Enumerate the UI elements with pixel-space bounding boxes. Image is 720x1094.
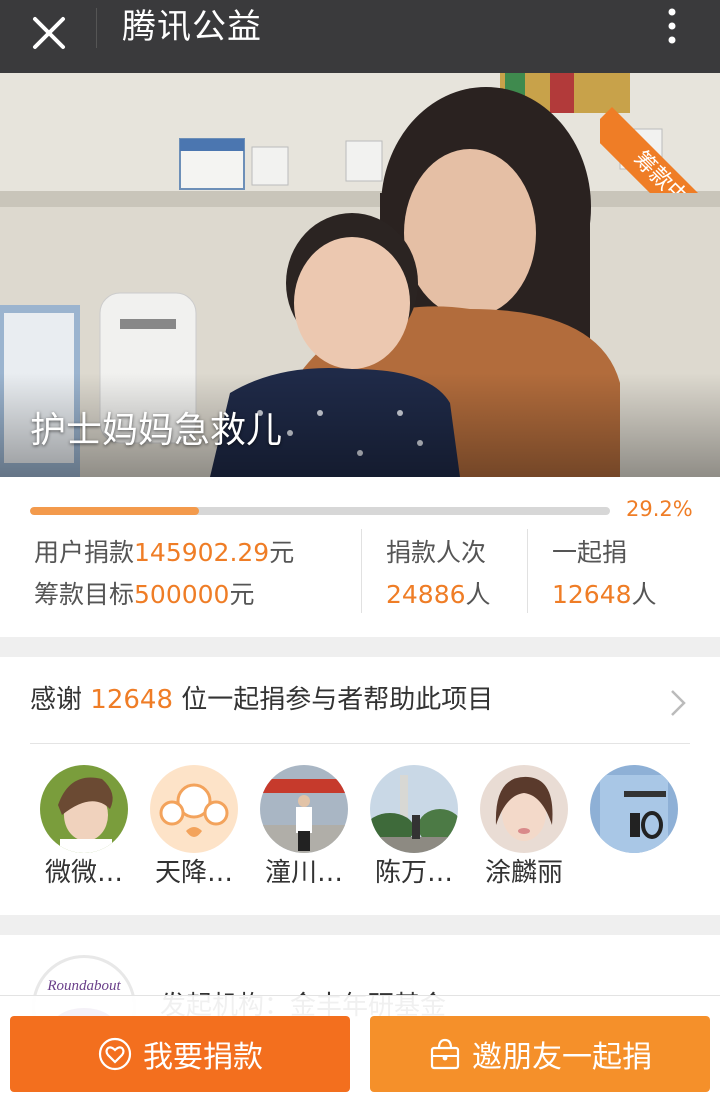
page-title: 腾讯公益 [122,7,262,47]
progress-bar-fill [30,507,200,515]
chevron-right-icon [671,690,686,716]
donor-item[interactable]: 潼川… [254,765,354,891]
heart-icon [98,1037,132,1071]
goal-unit: 元 [229,580,255,609]
organization-logo-text: Roundabout [46,978,121,994]
project-title: 护士妈妈急救儿 [30,410,283,451]
participants-section: 感谢 12648 位一起捐参与者帮助此项目 微微… 天降… 潼川… 陈万… 涂麟… [0,657,720,915]
donor-item[interactable]: 涂麟丽 [474,765,574,891]
raised-unit: 元 [269,538,295,567]
status-ribbon: 筹款中 [600,73,720,193]
donor-item[interactable] [584,765,684,855]
donate-button[interactable]: 我要捐款 [10,1016,350,1092]
donor-item[interactable]: 微微… [34,765,134,891]
invite-friends-button[interactable]: 邀朋友一起捐 [370,1016,710,1092]
bottom-action-bar: 我要捐款 邀朋友一起捐 [0,995,720,1094]
donor-avatar [370,765,458,853]
goal-value: 500000 [134,580,230,609]
together-count: 12648人 [552,575,657,611]
donor-name: 潼川… [264,858,343,888]
more-menu-button[interactable] [654,4,690,48]
thanks-suffix: 位一起捐参与者帮助此项目 [181,685,494,715]
stats-divider [361,529,362,613]
participants-link[interactable]: 感谢 12648 位一起捐参与者帮助此项目 [30,679,493,716]
donor-name: 陈万… [374,858,453,888]
more-vertical-icon [668,8,676,44]
stats-divider [527,529,528,613]
goal-amount: 筹款目标500000元 [34,575,254,611]
bag-icon [430,1038,460,1070]
close-icon [33,17,65,49]
raised-amount: 用户捐款145902.29元 [34,533,294,569]
thanks-count: 12648 [90,685,173,715]
fundraising-stats: 29.2% 用户捐款145902.29元 筹款目标500000元 捐款人次 24… [0,477,720,637]
goal-label: 筹款目标 [34,580,135,609]
donations-unit: 人 [465,580,491,609]
donations-label: 捐款人次 [386,538,487,567]
donations-count: 24886人 [386,575,491,611]
progress-percent: 29.2% [626,497,693,521]
donor-avatar [480,765,568,853]
donor-avatar [590,765,678,853]
thanks-prefix: 感谢 [30,685,83,715]
together-value: 12648 [552,580,632,609]
donor-avatar [150,765,238,853]
topbar-divider [96,8,97,48]
together-unit: 人 [631,580,657,609]
donor-name: 涂麟丽 [484,858,563,888]
invite-button-label: 邀朋友一起捐 [472,1040,652,1075]
close-button[interactable] [22,6,78,62]
raised-value: 145902.29 [134,538,270,567]
donor-item[interactable]: 陈万… [364,765,464,891]
project-cover-image[interactable]: 护士妈妈急救儿 筹款中 [0,73,720,477]
donations-value: 24886 [386,580,466,609]
donor-name: 天降… [154,858,233,888]
section-divider [30,743,690,744]
together-label: 一起捐 [552,538,628,567]
status-ribbon-label: 筹款中 [600,107,720,193]
progress-bar [30,507,610,515]
raised-label: 用户捐款 [34,538,135,567]
donate-button-label: 我要捐款 [143,1040,263,1075]
top-bar: 腾讯公益 [0,0,720,73]
participants-chevron-button[interactable] [666,687,690,719]
donor-item[interactable]: 天降… [144,765,244,891]
donor-avatar [260,765,348,853]
donor-avatar [40,765,128,853]
donor-name: 微微… [44,858,123,888]
